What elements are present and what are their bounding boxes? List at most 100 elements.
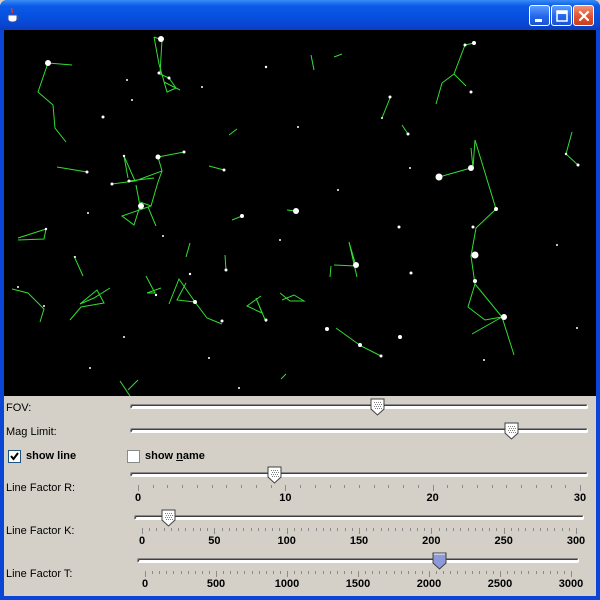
slider-tick: [264, 528, 266, 531]
line-factor-r-slider-thumb[interactable]: [267, 466, 282, 484]
line-factor-k-slider-track[interactable]: [134, 515, 584, 520]
slider-tick: [250, 528, 252, 531]
slider-tick: [485, 571, 487, 574]
slider-tick: [293, 528, 295, 531]
slider-tick: [471, 571, 473, 574]
slider-tick: [315, 571, 317, 574]
slider-tick: [241, 485, 243, 488]
slider-tick: [211, 485, 213, 488]
slider-tick: [532, 528, 534, 531]
title-bar[interactable]: [0, 0, 600, 30]
slider-tick: [180, 571, 182, 574]
line-factor-t-slider-track[interactable]: [137, 558, 579, 563]
slider-tick: [201, 571, 203, 574]
line-factor-t-slider-thumb[interactable]: [432, 552, 447, 570]
line-factor-r-label: Line Factor R:: [6, 482, 76, 494]
slider-tick: [194, 571, 196, 574]
show-line-checkbox[interactable]: show line: [8, 448, 76, 464]
slider-tick: [379, 571, 381, 574]
slider-tick: [424, 528, 426, 531]
slider-tick: [359, 528, 360, 534]
slider-tick: [556, 571, 558, 574]
line-factor-r-slider[interactable]: 0 10 20 30: [130, 465, 588, 504]
line-factor-k-slider[interactable]: 0 50 100 150 200 250 300: [134, 508, 585, 547]
slider-tick: [565, 485, 567, 488]
slider-tick: [258, 571, 260, 574]
line-factor-t-slider[interactable]: 0 500 1000 1500 2000 2500 3000: [137, 551, 583, 590]
slider-tick: [563, 571, 565, 574]
slider-tick-label: 500: [206, 578, 226, 590]
slider-tick: [344, 485, 346, 488]
slider-tick: [230, 571, 232, 574]
slider-tick: [301, 571, 303, 574]
mag-limit-slider-thumb[interactable]: [504, 422, 519, 440]
slider-tick-label: 150: [349, 535, 369, 547]
slider-tick: [170, 528, 172, 531]
slider-tick: [388, 485, 390, 488]
show-name-checkbox[interactable]: show name: [127, 448, 205, 464]
slider-tick: [207, 528, 209, 531]
slider-tick: [350, 571, 352, 574]
slider-tick: [287, 571, 288, 577]
slider-tick: [330, 528, 332, 531]
app-window: FOV: Mag Limit: show line show name Line…: [0, 0, 600, 600]
slider-tick: [525, 528, 527, 531]
slider-tick: [568, 528, 570, 531]
slider-tick-label: 200: [422, 535, 441, 547]
slider-tick: [221, 528, 223, 531]
fov-slider-track[interactable]: [130, 404, 588, 409]
client-area: FOV: Mag Limit: show line show name Line…: [4, 30, 596, 596]
slider-tick: [443, 571, 445, 574]
slider-tick-label: 20: [426, 492, 439, 504]
line-factor-r-slider-track[interactable]: [130, 472, 588, 477]
slider-tick: [445, 528, 447, 531]
slider-tick: [402, 528, 404, 531]
star-map-canvas[interactable]: [4, 30, 596, 396]
slider-tick: [535, 485, 537, 488]
slider-tick-label: 250: [494, 535, 513, 547]
slider-tick: [503, 528, 505, 534]
slider-tick: [576, 528, 577, 534]
show-line-checkbox-box[interactable]: [8, 449, 21, 463]
slider-tick: [270, 485, 272, 488]
line-factor-k-slider-thumb[interactable]: [161, 509, 176, 527]
slider-tick: [554, 528, 556, 531]
slider-tick-label: 30: [573, 492, 587, 504]
slider-tick: [467, 528, 469, 531]
slider-tick: [372, 571, 374, 574]
slider-tick: [152, 571, 154, 574]
fov-slider[interactable]: [130, 397, 588, 417]
slider-tick: [343, 571, 345, 574]
close-button[interactable]: [573, 5, 594, 26]
slider-tick: [450, 571, 452, 574]
slider-tick: [216, 571, 217, 577]
minimize-button[interactable]: [529, 5, 550, 26]
slider-tick: [300, 485, 302, 488]
line-factor-r-ticks: [130, 485, 588, 491]
slider-tick: [500, 571, 501, 577]
slider-tick: [429, 571, 430, 577]
slider-tick: [301, 528, 303, 531]
slider-tick: [243, 528, 245, 531]
slider-tick: [337, 528, 339, 531]
mag-limit-slider[interactable]: [130, 421, 588, 441]
slider-tick: [322, 571, 324, 574]
slider-tick: [236, 528, 238, 531]
slider-tick: [223, 571, 225, 574]
slider-tick: [257, 528, 259, 531]
slider-tick: [506, 485, 508, 488]
slider-tick: [416, 528, 418, 531]
slider-tick: [521, 571, 523, 574]
show-name-checkbox-box[interactable]: [127, 449, 140, 463]
slider-tick: [547, 528, 549, 531]
slider-tick: [436, 571, 438, 574]
slider-tick: [178, 528, 180, 531]
fov-slider-thumb[interactable]: [370, 398, 385, 416]
slider-tick: [380, 528, 382, 531]
show-line-label: show line: [26, 450, 77, 462]
slider-tick: [208, 571, 210, 574]
maximize-button[interactable]: [551, 5, 572, 26]
slider-tick: [255, 485, 257, 488]
slider-tick: [489, 528, 491, 531]
slider-tick: [535, 571, 537, 574]
